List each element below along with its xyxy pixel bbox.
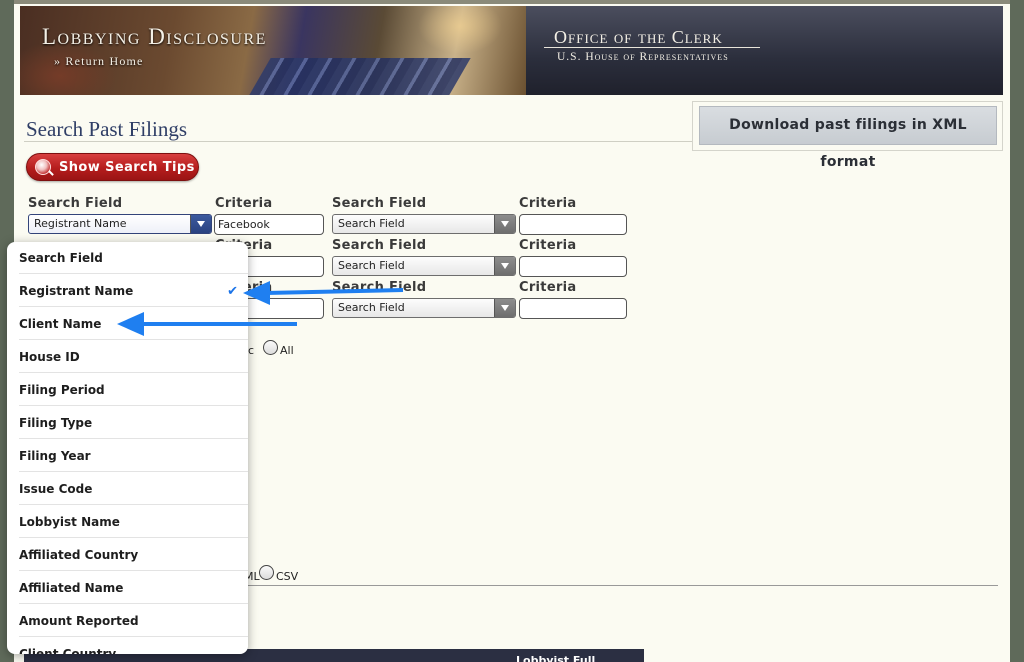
dropdown-option[interactable]: Client Country: [19, 638, 248, 654]
site-title: Lobbying Disclosure: [42, 24, 267, 49]
header-banner: Lobbying Disclosure » Return Home Office…: [20, 6, 1003, 95]
dropdown-option-label: Registrant Name: [19, 284, 134, 298]
criteria-input-2[interactable]: [519, 214, 627, 235]
dropdown-option[interactable]: Filing Period: [19, 374, 248, 406]
carpet-pattern: [249, 58, 471, 95]
title-divider: [24, 141, 692, 142]
chevron-down-icon: [494, 215, 515, 233]
search-field-label: Search Field: [332, 280, 427, 295]
dropdown-option[interactable]: Filing Type: [19, 407, 248, 439]
xml-download-button[interactable]: Download past filings in XML format: [699, 106, 997, 170]
office-title: Office of the Clerk: [554, 27, 723, 47]
filing-all-radio[interactable]: [263, 340, 278, 355]
dropdown-option-label: Lobbyist Name: [19, 515, 120, 529]
page-title: Search Past Filings: [26, 117, 187, 141]
criteria-input-1[interactable]: Facebook: [214, 214, 324, 235]
office-subtitle: U.S. House of Representatives: [557, 51, 729, 63]
chevron-down-icon: [494, 257, 515, 275]
dropdown-option-label: Filing Period: [19, 383, 105, 397]
search-field-select-4[interactable]: Search Field: [332, 256, 516, 276]
search-field-label: Search Field: [332, 196, 427, 211]
dropdown-option[interactable]: Amount Reported: [19, 605, 248, 637]
dropdown-option[interactable]: Issue Code: [19, 473, 248, 505]
search-field-label: Search Field: [332, 238, 427, 253]
dropdown-option-label: Issue Code: [19, 482, 93, 496]
dropdown-option-label: Amount Reported: [19, 614, 139, 628]
search-field-label: Search Field: [28, 196, 123, 211]
dropdown-option-label: Filing Year: [19, 449, 91, 463]
show-search-tips-label: Show Search Tips: [59, 160, 195, 175]
search-field-select-6[interactable]: Search Field: [332, 298, 516, 318]
criteria-input-4[interactable]: [519, 256, 627, 277]
dropdown-option-label: Filing Type: [19, 416, 93, 430]
criteria-label: Criteria: [215, 196, 273, 211]
dropdown-option-label: Client Name: [19, 317, 102, 331]
search-field-select-value: Search Field: [338, 217, 405, 230]
dropdown-option-label: Affiliated Name: [19, 581, 124, 595]
search-field-select-2[interactable]: Search Field: [332, 214, 516, 234]
dropdown-option-label: Search Field: [19, 251, 103, 265]
dropdown-option[interactable]: Affiliated Country: [19, 539, 248, 571]
search-field-dropdown[interactable]: Search Field Registrant Name ✔ Client Name H…: [7, 242, 248, 654]
dropdown-option-label: House ID: [19, 350, 80, 364]
criteria-label: Criteria: [519, 238, 577, 253]
dropdown-option[interactable]: Filing Year: [19, 440, 248, 472]
dropdown-option-label: Client Country: [19, 647, 117, 654]
search-field-select-1[interactable]: Registrant Name: [28, 214, 212, 234]
filing-all-label: All: [280, 344, 294, 357]
search-field-select-value: Registrant Name: [34, 217, 127, 230]
dropdown-option[interactable]: House ID: [19, 341, 248, 373]
criteria-label: Criteria: [519, 196, 577, 211]
office-divider: [544, 47, 760, 48]
dropdown-option-label: Affiliated Country: [19, 548, 139, 562]
format-csv-radio[interactable]: [259, 565, 274, 580]
dropdown-option[interactable]: Affiliated Name: [19, 572, 248, 604]
search-field-select-value: Search Field: [338, 259, 405, 272]
chevron-down-icon: [494, 299, 515, 317]
checkmark-icon: ✔: [227, 284, 238, 299]
dropdown-option[interactable]: Client Name: [19, 308, 248, 340]
show-search-tips-button[interactable]: Show Search Tips: [26, 153, 199, 181]
dropdown-option[interactable]: Lobbyist Name: [19, 506, 248, 538]
search-field-select-value: Search Field: [338, 301, 405, 314]
dropdown-option[interactable]: Registrant Name ✔: [19, 275, 248, 307]
results-column-header: Lobbyist Full: [516, 654, 596, 662]
magnifier-icon: [35, 159, 51, 175]
dropdown-option[interactable]: Search Field: [19, 242, 248, 274]
criteria-label: Criteria: [519, 280, 577, 295]
format-csv-label: CSV: [276, 570, 299, 583]
return-home-link[interactable]: » Return Home: [54, 54, 144, 69]
criteria-input-6[interactable]: [519, 298, 627, 319]
chevron-down-icon: [190, 215, 211, 233]
